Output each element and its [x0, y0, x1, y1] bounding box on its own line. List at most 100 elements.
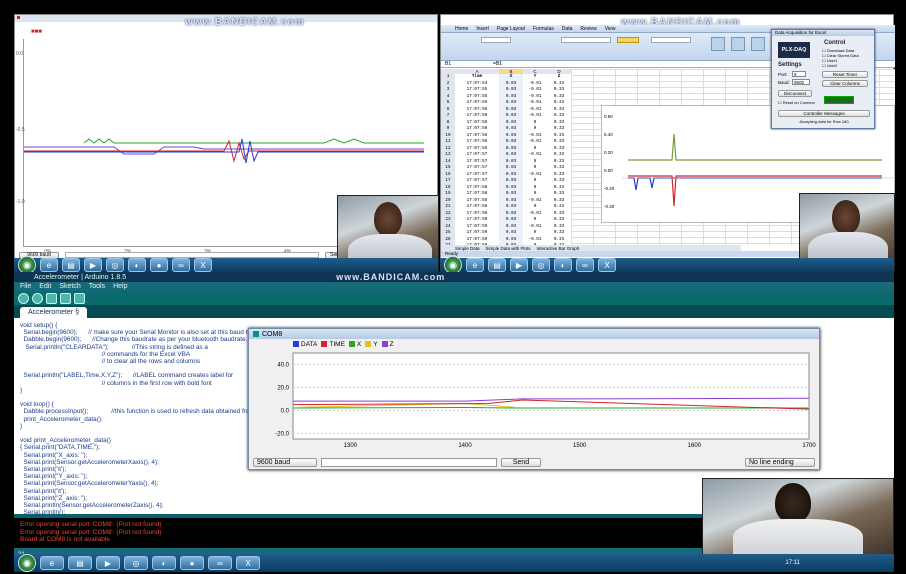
tl-ytick: 0.0 [16, 51, 23, 57]
reset-timer-button[interactable]: Reset Timer [822, 71, 868, 78]
x-tick-label: 1700 [802, 443, 816, 449]
excel-chart-ytick: 0.40 [604, 132, 613, 137]
plotter-send-button[interactable]: Send [501, 457, 541, 467]
main-taskbar: ◉ e ▤ ▶ ◎ ◐ ● ∞ X 17:11 [14, 554, 894, 572]
disconnect-button[interactable]: Disconnect [778, 90, 812, 97]
excel-tab[interactable]: Review [580, 26, 596, 32]
excel-tab[interactable]: Formulas [533, 26, 554, 32]
plx-daq-logo: PLX-DAQ [778, 42, 810, 58]
daq-check[interactable]: ☐ User2 [822, 63, 859, 68]
watermark-tl: www.BANDICAM.com [185, 17, 305, 28]
verify-icon[interactable] [18, 292, 29, 304]
settings-label: Settings [778, 62, 802, 68]
tl-taskbar: ◉ e ▤ ▶ ◎ ◐ ● ∞ X [14, 256, 438, 274]
plotter-baud-select[interactable]: 9600 baud [253, 457, 317, 467]
reset-on-connect-check[interactable]: ☐ Reset on Connect [778, 100, 818, 105]
open-icon[interactable] [60, 292, 71, 304]
arduino-icon[interactable]: ∞ [576, 258, 594, 272]
excel-icon[interactable]: X [194, 258, 212, 272]
y-tick-label: -20.0 [275, 431, 289, 437]
plx-daq-panel: Data Acquisition for Excel PLX-DAQ Contr… [771, 29, 875, 129]
arduino-window-title: Accelerometer | Arduino 1.8.5 [34, 273, 127, 281]
y-tick-label: 40.0 [277, 362, 289, 368]
sheet-tab[interactable]: Simple Data with Plots [486, 246, 531, 251]
desktop-screen: www.BANDICAM.com ■■■ 0.0 -0.5 -1.0 0% 2%… [0, 0, 906, 574]
baud-label: Baud: [778, 80, 790, 85]
media-icon[interactable]: ▶ [84, 258, 102, 272]
status-leds [824, 96, 854, 104]
tl-legend-dots: ■■■ [31, 29, 42, 35]
firefox-icon[interactable]: ◐ [152, 556, 176, 570]
excel-tab[interactable]: Home [455, 26, 468, 32]
plotter-send-input[interactable] [321, 457, 497, 467]
x-tick-label: 1600 [688, 443, 702, 449]
excel-tab[interactable]: View [605, 26, 616, 32]
controller-messages-button[interactable]: Controller Messages [778, 110, 870, 117]
line-ending-select[interactable]: No line ending [745, 457, 815, 467]
start-icon[interactable]: ◉ [18, 554, 36, 572]
menu-item[interactable]: Tools [89, 283, 105, 290]
sheet-tab[interactable]: Simple Data [455, 246, 480, 251]
excel-icon[interactable]: X [236, 556, 260, 570]
clear-columns-button[interactable]: Clear Columns [822, 80, 868, 87]
folder-icon[interactable]: ▤ [488, 258, 506, 272]
plot-background [292, 352, 810, 440]
chrome-icon[interactable]: ◎ [106, 258, 124, 272]
serial-plotter-window: COM8 DATA TIME X Y Z 40.0 20.0 0.0 -20.0 1300 140… [248, 328, 820, 470]
ie-icon[interactable]: e [40, 258, 58, 272]
y-tick-label: 0.0 [281, 408, 290, 414]
firefox-icon[interactable]: ◐ [554, 258, 572, 272]
folder-icon[interactable]: ▤ [62, 258, 80, 272]
plotter-footer: 9600 baud Send No line ending [253, 457, 815, 467]
tr-taskbar: ◉ e ▤ ▶ ◎ ◐ ∞ X [440, 256, 894, 274]
menu-item[interactable]: Edit [39, 283, 51, 290]
upload-icon[interactable] [32, 292, 43, 304]
arduino-toolbar [14, 291, 894, 305]
chrome-icon[interactable]: ◎ [124, 556, 148, 570]
y-tick-label: 20.0 [277, 385, 289, 391]
excel-icon[interactable]: X [598, 258, 616, 272]
excel-chart-ytick: -0.40 [604, 204, 615, 209]
excel-tab[interactable]: Data [562, 26, 573, 32]
arduino-titlebar: Accelerometer | Arduino 1.8.5 www.BANDIC… [14, 272, 894, 282]
firefox-icon[interactable]: ◐ [128, 258, 146, 272]
daq-checks: ☐ Download Data ☐ Clear Stored Data ☐ Us… [822, 48, 859, 68]
new-icon[interactable] [46, 292, 57, 304]
name-box[interactable]: B1 [441, 61, 481, 67]
excel-tab[interactable]: Page Layout [497, 26, 525, 32]
excel-chart-ytick: -0.20 [604, 186, 615, 191]
taskbar-clock: 17:11 [785, 560, 800, 566]
menu-item[interactable]: Help [113, 283, 127, 290]
port-label: Port: [778, 72, 788, 77]
save-icon[interactable] [74, 292, 85, 304]
menu-item[interactable]: File [20, 283, 31, 290]
ie-icon[interactable]: e [40, 556, 64, 570]
plotter-chart: 40.0 20.0 0.0 -20.0 1300 1400 1500 1600 1700 [275, 352, 816, 449]
chrome-icon[interactable]: ◎ [532, 258, 550, 272]
excel-tab[interactable]: Insert [476, 26, 489, 32]
x-tick-label: 1300 [344, 443, 358, 449]
baud-select[interactable]: 9600 [792, 79, 810, 85]
excel-chart-ytick: 0.00 [604, 168, 613, 173]
app-icon[interactable]: ● [180, 556, 204, 570]
folder-icon[interactable]: ▤ [68, 556, 92, 570]
app-icon[interactable]: ● [150, 258, 168, 272]
tab-accelerometer[interactable]: Accelerometer § [20, 307, 87, 318]
arduino-icon[interactable]: ∞ [172, 258, 190, 272]
ie-icon[interactable]: e [466, 258, 484, 272]
arduino-small-icon [253, 331, 259, 337]
media-icon[interactable]: ▶ [510, 258, 528, 272]
sheet-tab[interactable]: Interactive Bar Graph [537, 246, 580, 251]
arduino-icon[interactable]: ∞ [208, 556, 232, 570]
excel-chart-ytick: 0.60 [604, 114, 613, 119]
top-left-recording: www.BANDICAM.com ■■■ 0.0 -0.5 -1.0 0% 2%… [14, 14, 439, 273]
menu-item[interactable]: Sketch [59, 283, 80, 290]
sheet-table: A B C D 1 Time X Y Z 2 17:07:54 0.03 -0.01 0.33 3 1… [441, 69, 571, 250]
plx-daq-title: Data Acquisition for Excel [772, 30, 874, 36]
formula-input[interactable]: =B1 [481, 61, 502, 67]
watermark-bottom: www.BANDICAM.com [336, 272, 446, 282]
media-icon[interactable]: ▶ [96, 556, 120, 570]
port-select[interactable]: 8 [792, 71, 806, 77]
daq-status: Accepting data for Row 160 [799, 119, 849, 124]
x-tick-label: 1400 [458, 443, 472, 449]
